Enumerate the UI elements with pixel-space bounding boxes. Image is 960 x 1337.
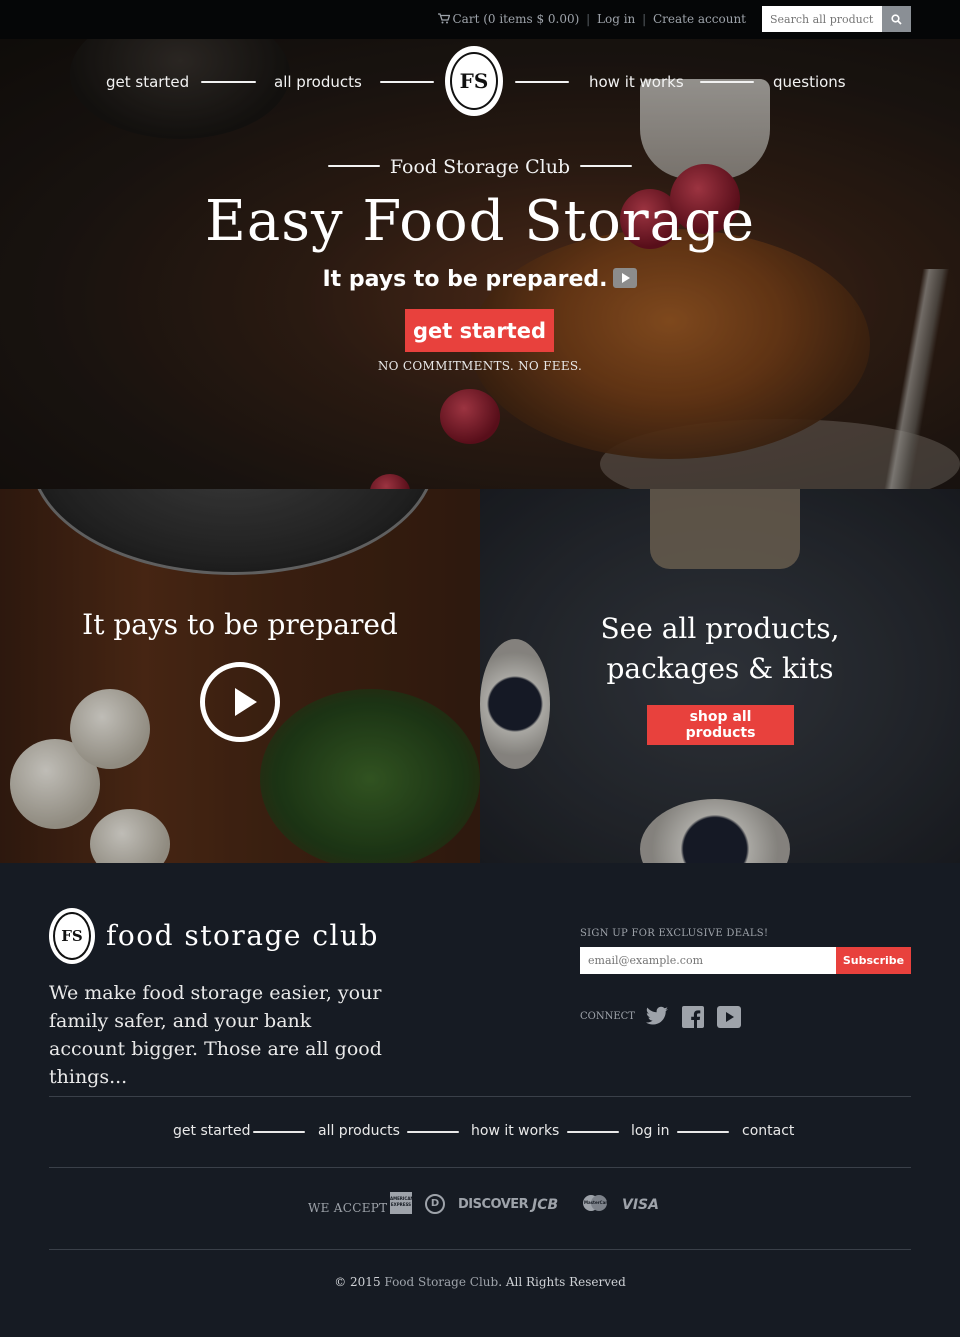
footer-nav-log-in[interactable]: log in <box>631 1123 670 1139</box>
hero-brand-line: Food Storage Club <box>0 156 960 178</box>
cart-link[interactable]: Cart (0 items $ 0.00) <box>453 12 580 26</box>
play-icon[interactable] <box>613 268 638 288</box>
footer-divider <box>49 1167 911 1168</box>
connect-label: CONNECT <box>580 1011 635 1022</box>
video-panel-title: It pays to be prepared <box>82 608 398 641</box>
signup-label: SIGN UP FOR EXCLUSIVE DEALS! <box>580 928 769 939</box>
footer: FS food storage club We make food storag… <box>0 863 960 1337</box>
hero-subtitle: It pays to be prepared. <box>322 267 608 292</box>
hero-note: NO COMMITMENTS. NO FEES. <box>377 359 583 373</box>
main-nav: get started all products FS how it works… <box>0 39 960 119</box>
footer-divider <box>49 1096 911 1097</box>
footer-nav-get-started[interactable]: get started <box>173 1123 251 1139</box>
nav-divider <box>407 1131 459 1133</box>
footer-nav-all-products[interactable]: all products <box>318 1123 400 1139</box>
search-button[interactable] <box>882 6 911 32</box>
email-field[interactable] <box>580 947 836 974</box>
separator: | <box>586 12 591 26</box>
hero-brand-text: Food Storage Club <box>389 156 571 178</box>
twitter-icon[interactable] <box>645 1006 669 1028</box>
video-panel[interactable]: It pays to be prepared <box>0 489 480 863</box>
hero-section: get started all products FS how it works… <box>0 39 960 489</box>
footer-nav-contact[interactable]: contact <box>742 1123 794 1139</box>
nav-divider <box>515 81 569 83</box>
play-icon[interactable] <box>200 662 280 742</box>
brand-divider <box>327 165 380 167</box>
get-started-button[interactable]: get started <box>405 309 554 352</box>
footer-logo-mark: FS <box>53 912 91 960</box>
nav-divider <box>700 81 754 83</box>
facebook-icon[interactable] <box>681 1006 705 1028</box>
account-links: Cart (0 items $ 0.00) | Log in | Create … <box>437 12 746 26</box>
mastercard-icon: MasterCard <box>582 1193 611 1213</box>
footer-nav-how-it-works[interactable]: how it works <box>471 1123 559 1139</box>
nav-questions[interactable]: questions <box>773 73 846 91</box>
top-bar: Cart (0 items $ 0.00) | Log in | Create … <box>0 0 960 39</box>
products-panel-title: See all products, packages & kits <box>600 612 840 685</box>
nav-how-it-works[interactable]: how it works <box>589 73 684 91</box>
nav-divider <box>567 1131 619 1133</box>
copyright-link[interactable]: Food Storage Club <box>384 1275 498 1289</box>
nav-divider <box>380 81 434 83</box>
copyright-suffix: . All Rights Reserved <box>498 1275 626 1289</box>
nav-divider <box>253 1131 305 1133</box>
shop-all-products-button[interactable]: shop all products <box>647 705 794 745</box>
copyright: © 2015 Food Storage Club. All Rights Res… <box>0 1275 960 1289</box>
hero-title: Easy Food Storage <box>204 189 756 254</box>
nav-all-products[interactable]: all products <box>274 73 362 91</box>
products-panel: See all products, packages & kits shop a… <box>480 489 960 863</box>
youtube-icon[interactable] <box>717 1006 741 1028</box>
jcb-icon: JCB <box>532 1197 559 1213</box>
visa-icon: VISA <box>622 1197 659 1213</box>
amex-icon: AMERICAN EXPRESS <box>390 1192 414 1214</box>
mastercard-text: MasterCard <box>584 1200 611 1205</box>
discover-icon: DISCOVER <box>458 1197 529 1212</box>
footer-nav: get started all products how it works lo… <box>0 1123 960 1143</box>
footer-divider <box>49 1249 911 1250</box>
search-input[interactable] <box>762 6 882 32</box>
we-accept-label: WE ACCEPT <box>308 1201 388 1215</box>
cart-icon[interactable] <box>437 13 450 24</box>
create-account-link[interactable]: Create account <box>653 12 746 26</box>
subscribe-button[interactable]: Subscribe <box>836 947 911 974</box>
nav-divider <box>677 1131 729 1133</box>
hero-subtitle-row: It pays to be prepared. <box>0 267 960 292</box>
diners-icon: D <box>425 1194 445 1214</box>
footer-tagline: We make food storage easier, your family… <box>49 982 382 1088</box>
nav-get-started[interactable]: get started <box>106 73 189 91</box>
search-icon <box>891 13 902 25</box>
logo[interactable]: FS <box>445 46 503 116</box>
login-link[interactable]: Log in <box>597 12 635 26</box>
logo-mark: FS <box>450 52 498 110</box>
copyright-prefix: © 2015 <box>334 1275 381 1289</box>
separator: | <box>642 12 647 26</box>
footer-brand: food storage club <box>106 919 379 952</box>
nav-divider <box>201 81 256 83</box>
brand-divider <box>580 165 633 167</box>
footer-logo[interactable]: FS <box>49 908 95 964</box>
